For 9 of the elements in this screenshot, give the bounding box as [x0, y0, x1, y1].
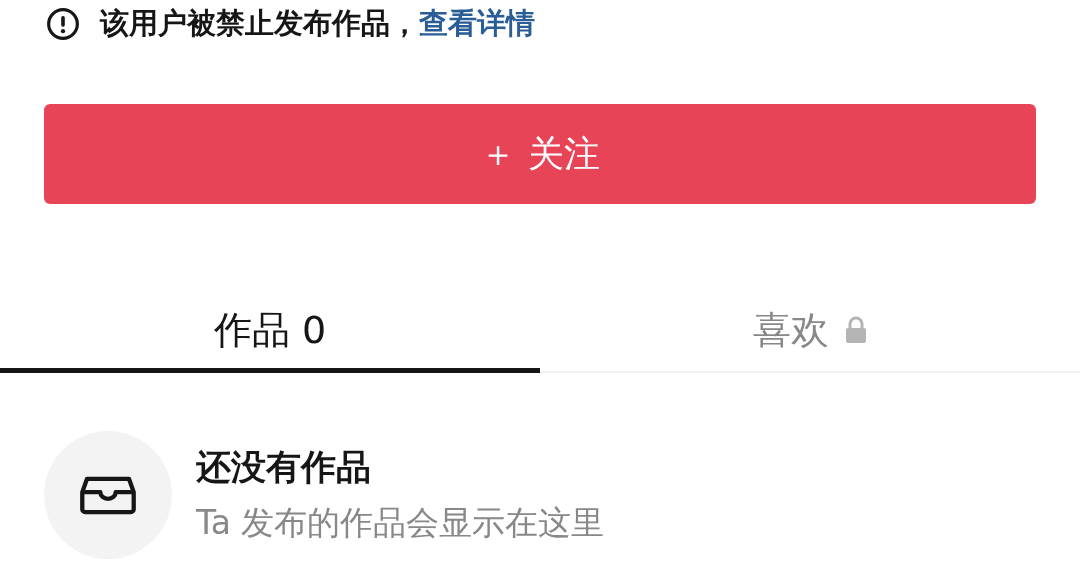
empty-title: 还没有作品 — [196, 446, 372, 489]
empty-subtitle: Ta 发布的作品会显示在这里 — [196, 502, 605, 544]
inbox-tray-icon — [79, 475, 137, 515]
follow-button[interactable]: ＋ 关注 — [44, 104, 1036, 204]
details-link[interactable]: 查看详情 — [419, 6, 535, 40]
tab[interactable]: 作品 0 — [213, 304, 327, 356]
notice-text: 该用户被禁止发布作品，查看详情 — [100, 5, 535, 42]
alert-icon — [46, 7, 80, 41]
tab[interactable]: 喜欢 — [753, 304, 829, 356]
